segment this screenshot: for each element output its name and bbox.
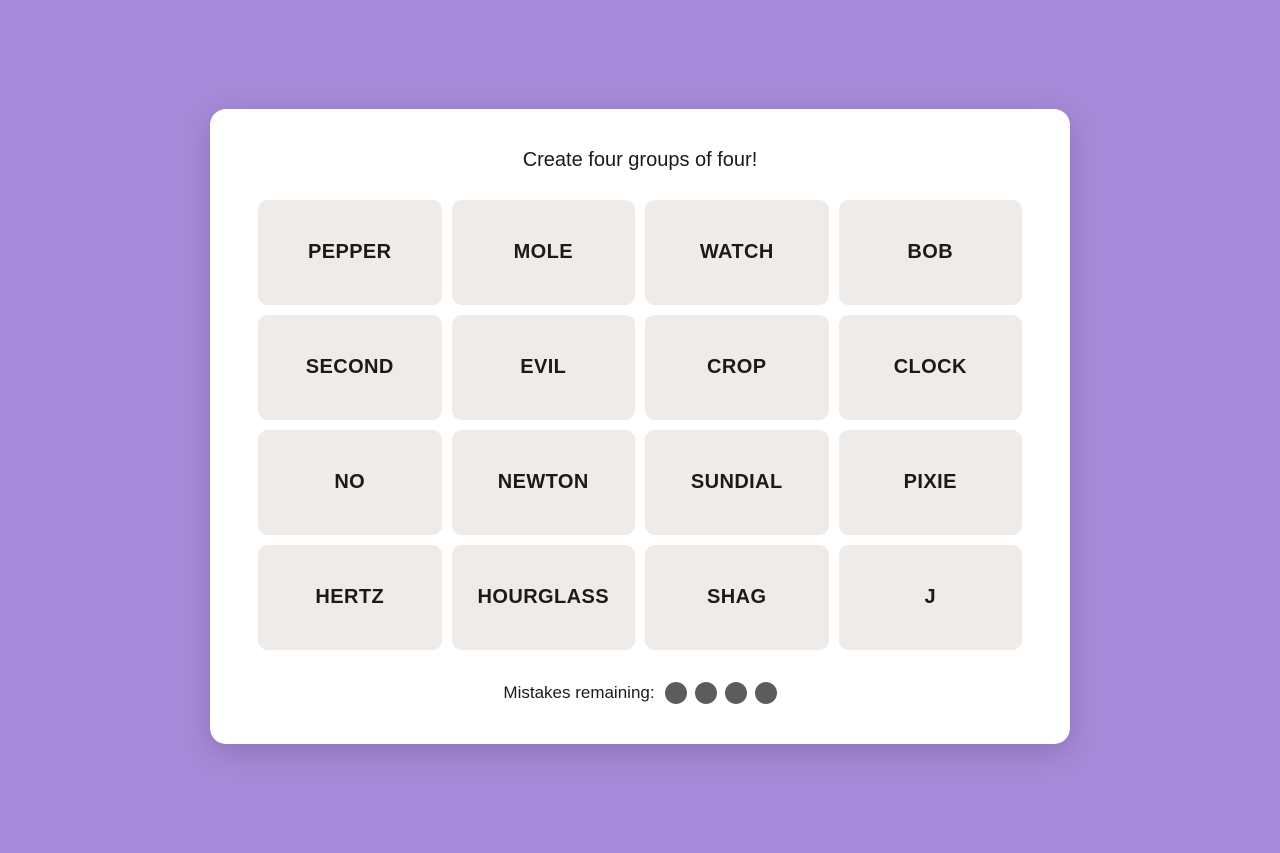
tile-pixie[interactable]: PIXIE [839,430,1023,535]
tile-label: EVIL [520,356,566,379]
tile-label: BOB [907,241,953,264]
mistake-dot-3 [725,682,747,704]
tile-label: NEWTON [498,471,589,494]
tile-label: PIXIE [904,471,957,494]
tile-newton[interactable]: NEWTON [452,430,636,535]
tile-j[interactable]: J [839,545,1023,650]
tile-sundial[interactable]: SUNDIAL [645,430,829,535]
tile-mole[interactable]: MOLE [452,200,636,305]
tile-label: HOURGLASS [478,586,609,609]
tile-hourglass[interactable]: HOURGLASS [452,545,636,650]
tile-label: CROP [707,356,766,379]
mistakes-label: Mistakes remaining: [503,683,654,703]
tile-label: SECOND [306,356,394,379]
tile-label: CLOCK [894,356,967,379]
tile-grid: PEPPER MOLE WATCH BOB SECOND EVIL CROP CLOCK NO N… [258,200,1022,650]
tile-label: SHAG [707,586,766,609]
tile-evil[interactable]: EVIL [452,315,636,420]
tile-clock[interactable]: CLOCK [839,315,1023,420]
mistake-dot-1 [665,682,687,704]
mistake-dot-2 [695,682,717,704]
tile-hertz[interactable]: HERTZ [258,545,442,650]
tile-label: J [924,586,936,609]
tile-label: SUNDIAL [691,471,783,494]
tile-bob[interactable]: BOB [839,200,1023,305]
game-container: Create four groups of four! PEPPER MOLE WA… [210,109,1070,744]
tile-label: NO [334,471,365,494]
mistake-dot-4 [755,682,777,704]
tile-label: WATCH [700,241,774,264]
tile-second[interactable]: SECOND [258,315,442,420]
tile-label: PEPPER [308,241,392,264]
tile-label: HERTZ [315,586,384,609]
tile-pepper[interactable]: PEPPER [258,200,442,305]
game-title: Create four groups of four! [258,149,1022,172]
mistakes-row: Mistakes remaining: [258,682,1022,704]
tile-watch[interactable]: WATCH [645,200,829,305]
tile-label: MOLE [514,241,573,264]
tile-crop[interactable]: CROP [645,315,829,420]
tile-shag[interactable]: SHAG [645,545,829,650]
tile-no[interactable]: NO [258,430,442,535]
mistakes-dots [665,682,777,704]
